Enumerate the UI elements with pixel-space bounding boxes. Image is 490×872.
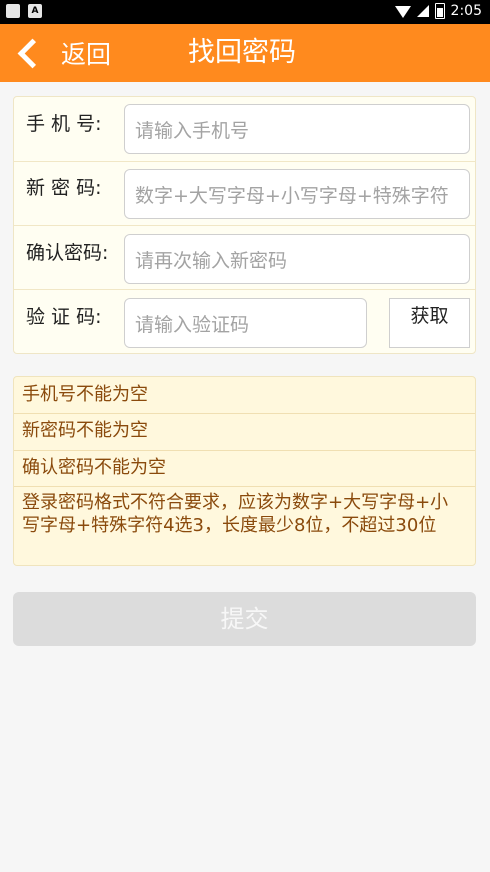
error-message: 登录密码格式不符合要求，应该为数字+大写字母+小写字母+特殊字符4选3，长度最少…: [22, 492, 449, 536]
row-divider: [14, 289, 475, 290]
error-message: 新密码不能为空: [22, 420, 148, 441]
notification-a-icon: A: [28, 4, 42, 18]
title-bar: 返回 找回密码: [0, 24, 490, 82]
get-captcha-button[interactable]: 获取: [389, 298, 470, 348]
new-password-label: 新 密 码:: [26, 177, 102, 199]
error-message: 确认密码不能为空: [22, 457, 166, 478]
captcha-label: 验 证 码:: [26, 306, 102, 328]
wifi-icon: [394, 5, 411, 18]
page-title: 找回密码: [188, 37, 296, 68]
back-label: 返回: [61, 40, 112, 69]
notification-icon: [6, 4, 20, 18]
battery-icon: [434, 3, 445, 19]
error-divider: [14, 413, 475, 414]
error-divider: [14, 486, 475, 487]
error-list: 手机号不能为空 新密码不能为空 确认密码不能为空 登录密码格式不符合要求，应该为…: [13, 376, 476, 566]
captcha-input[interactable]: 请输入验证码: [124, 298, 367, 348]
error-message: 手机号不能为空: [22, 384, 148, 405]
status-bar: A 2:05: [0, 0, 490, 24]
row-divider: [14, 225, 475, 226]
signal-icon: [416, 5, 429, 17]
phone-input[interactable]: 请输入手机号: [124, 104, 470, 154]
back-button[interactable]: 返回: [16, 24, 111, 82]
error-divider: [14, 450, 475, 451]
submit-button[interactable]: 提交: [13, 592, 476, 646]
row-divider: [14, 161, 475, 162]
status-time: 2:05: [450, 3, 482, 19]
confirm-password-input[interactable]: 请再次输入新密码: [124, 234, 470, 284]
phone-label: 手 机 号:: [26, 113, 102, 135]
confirm-password-label: 确认密码:: [26, 242, 109, 264]
reset-form: 手 机 号: 请输入手机号 新 密 码: 数字+大写字母+小写字母+特殊字符 确…: [13, 96, 476, 354]
new-password-input[interactable]: 数字+大写字母+小写字母+特殊字符: [124, 169, 470, 219]
chevron-left-icon: [17, 38, 48, 68]
